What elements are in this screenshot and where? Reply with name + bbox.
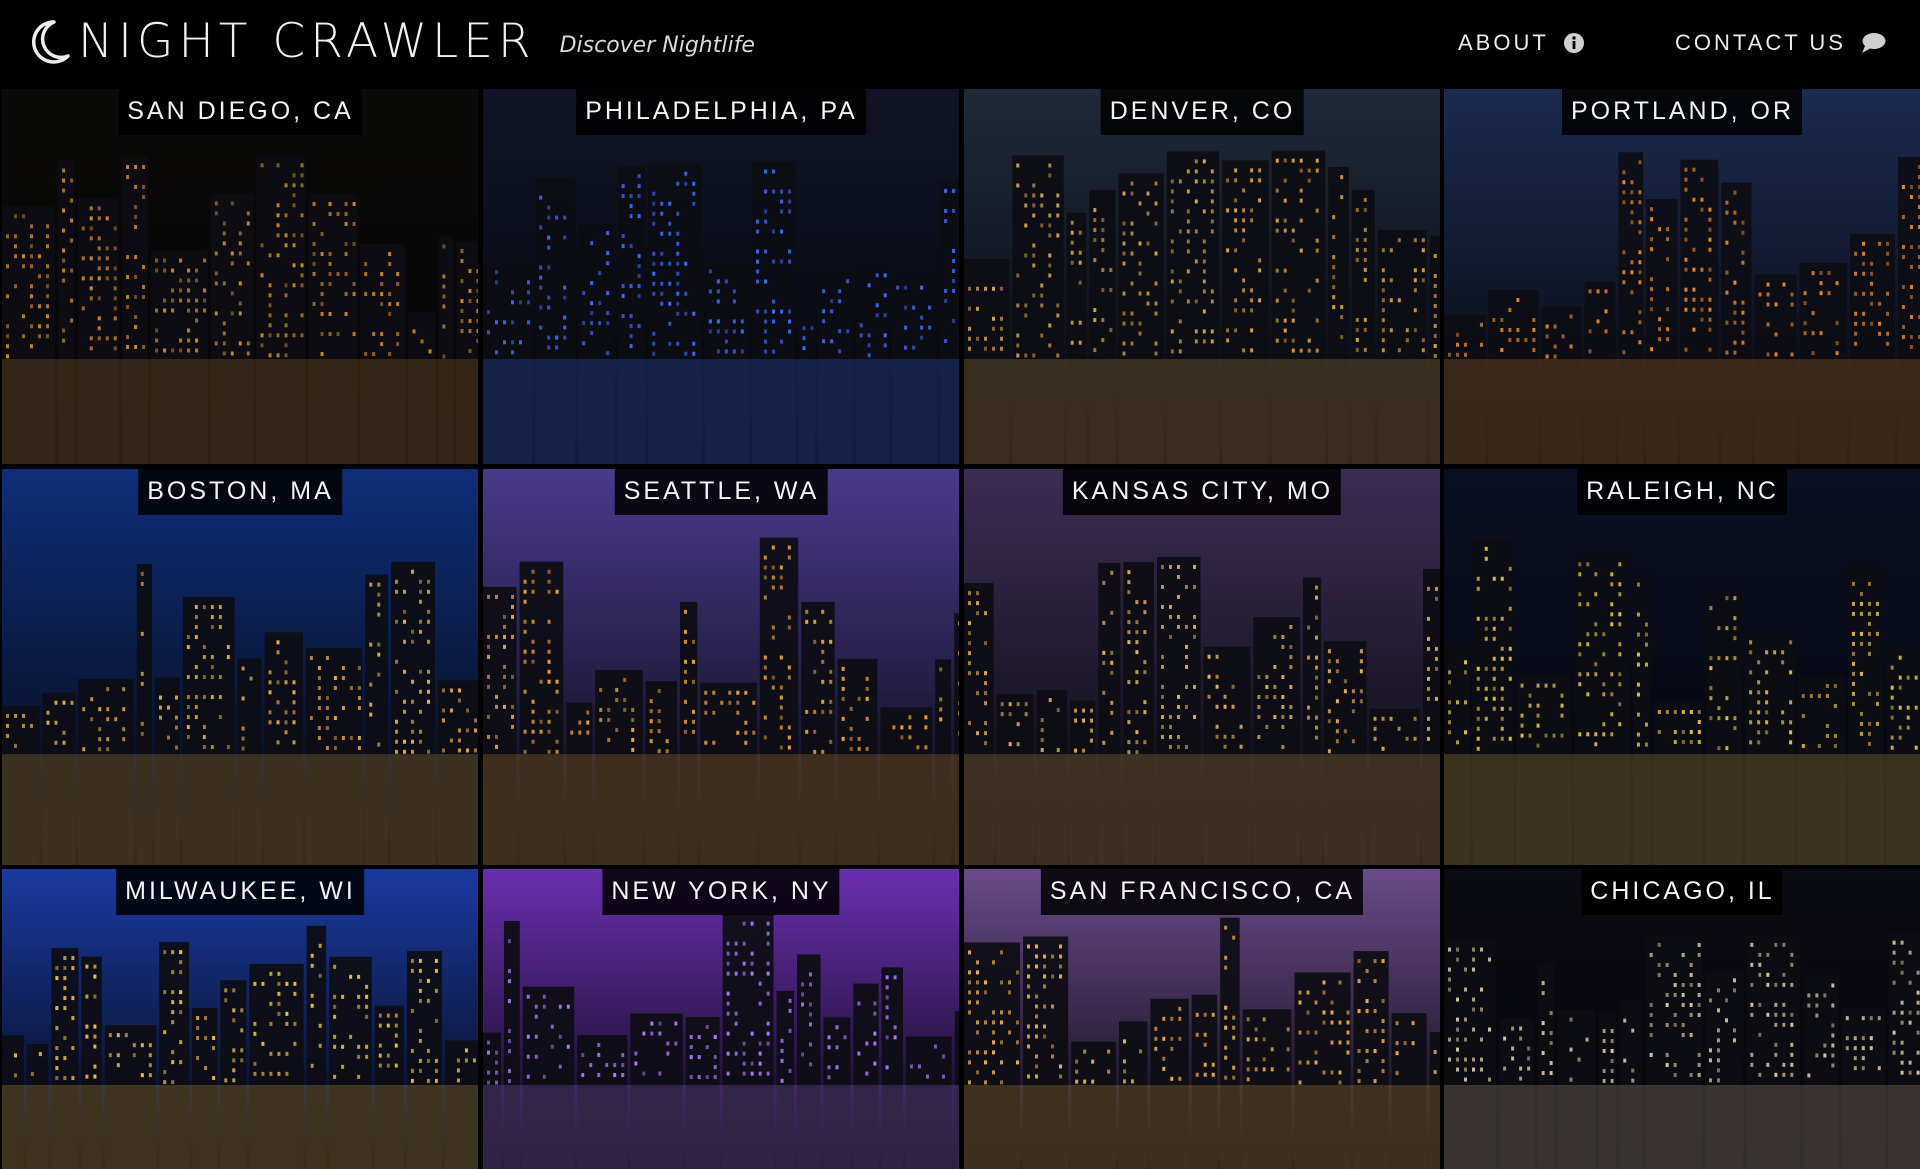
city-skyline-image: [483, 469, 959, 865]
city-label: CHICAGO, IL: [1581, 869, 1783, 915]
city-tile[interactable]: PORTLAND, OR: [1444, 89, 1920, 464]
city-tile[interactable]: BOSTON, MA: [2, 469, 478, 865]
city-label: PORTLAND, OR: [1561, 89, 1803, 135]
city-tile[interactable]: RALEIGH, NC: [1444, 469, 1920, 865]
site-tagline: Discover Nightlife: [559, 32, 755, 58]
brand-logo[interactable]: NIGHT CRAWLER Discover Nightlife: [28, 16, 755, 68]
city-label: RALEIGH, NC: [1577, 469, 1787, 515]
city-skyline-image: [964, 469, 1440, 865]
city-skyline-image: [1444, 89, 1920, 464]
city-label: MILWAUKEE, WI: [116, 869, 364, 915]
city-tile[interactable]: MILWAUKEE, WI: [2, 869, 478, 1169]
about-label: ABOUT: [1458, 30, 1549, 55]
site-title: NIGHT CRAWLER: [78, 14, 536, 69]
top-navigation-bar: NIGHT CRAWLER Discover Nightlife ABOUT C…: [0, 0, 1920, 89]
city-tile[interactable]: SEATTLE, WA: [483, 469, 959, 865]
city-label: KANSAS CITY, MO: [1062, 469, 1342, 515]
city-label: DENVER, CO: [1100, 89, 1304, 135]
city-grid: SAN DIEGO, CA PHILADELPHIA, PA DENVER, CO P…: [0, 89, 1920, 1169]
city-tile[interactable]: PHILADELPHIA, PA: [483, 89, 959, 464]
city-label: SAN FRANCISCO, CA: [1040, 869, 1364, 915]
city-label: SAN DIEGO, CA: [118, 89, 362, 135]
city-skyline-image: [2, 89, 478, 464]
moon-icon: [31, 20, 70, 64]
about-link[interactable]: ABOUT: [1458, 26, 1585, 60]
city-label: SEATTLE, WA: [614, 469, 828, 515]
info-icon: [1563, 33, 1584, 53]
city-tile[interactable]: SAN DIEGO, CA: [2, 89, 478, 464]
contact-label: CONTACT US: [1675, 30, 1846, 55]
city-label: NEW YORK, NY: [602, 869, 840, 915]
city-tile[interactable]: NEW YORK, NY: [483, 869, 959, 1169]
city-skyline-image: [1444, 469, 1920, 865]
city-label: BOSTON, MA: [138, 469, 342, 515]
city-label: PHILADELPHIA, PA: [576, 89, 866, 135]
city-skyline-image: [2, 469, 478, 865]
speech-bubble-icon: [1861, 33, 1886, 53]
city-tile[interactable]: CHICAGO, IL: [1444, 869, 1920, 1169]
city-tile[interactable]: SAN FRANCISCO, CA: [964, 869, 1440, 1169]
city-skyline-image: [964, 89, 1440, 464]
city-tile[interactable]: KANSAS CITY, MO: [964, 469, 1440, 865]
contact-us-link[interactable]: CONTACT US: [1675, 26, 1886, 60]
city-skyline-image: [483, 89, 959, 464]
city-tile[interactable]: DENVER, CO: [964, 89, 1440, 464]
